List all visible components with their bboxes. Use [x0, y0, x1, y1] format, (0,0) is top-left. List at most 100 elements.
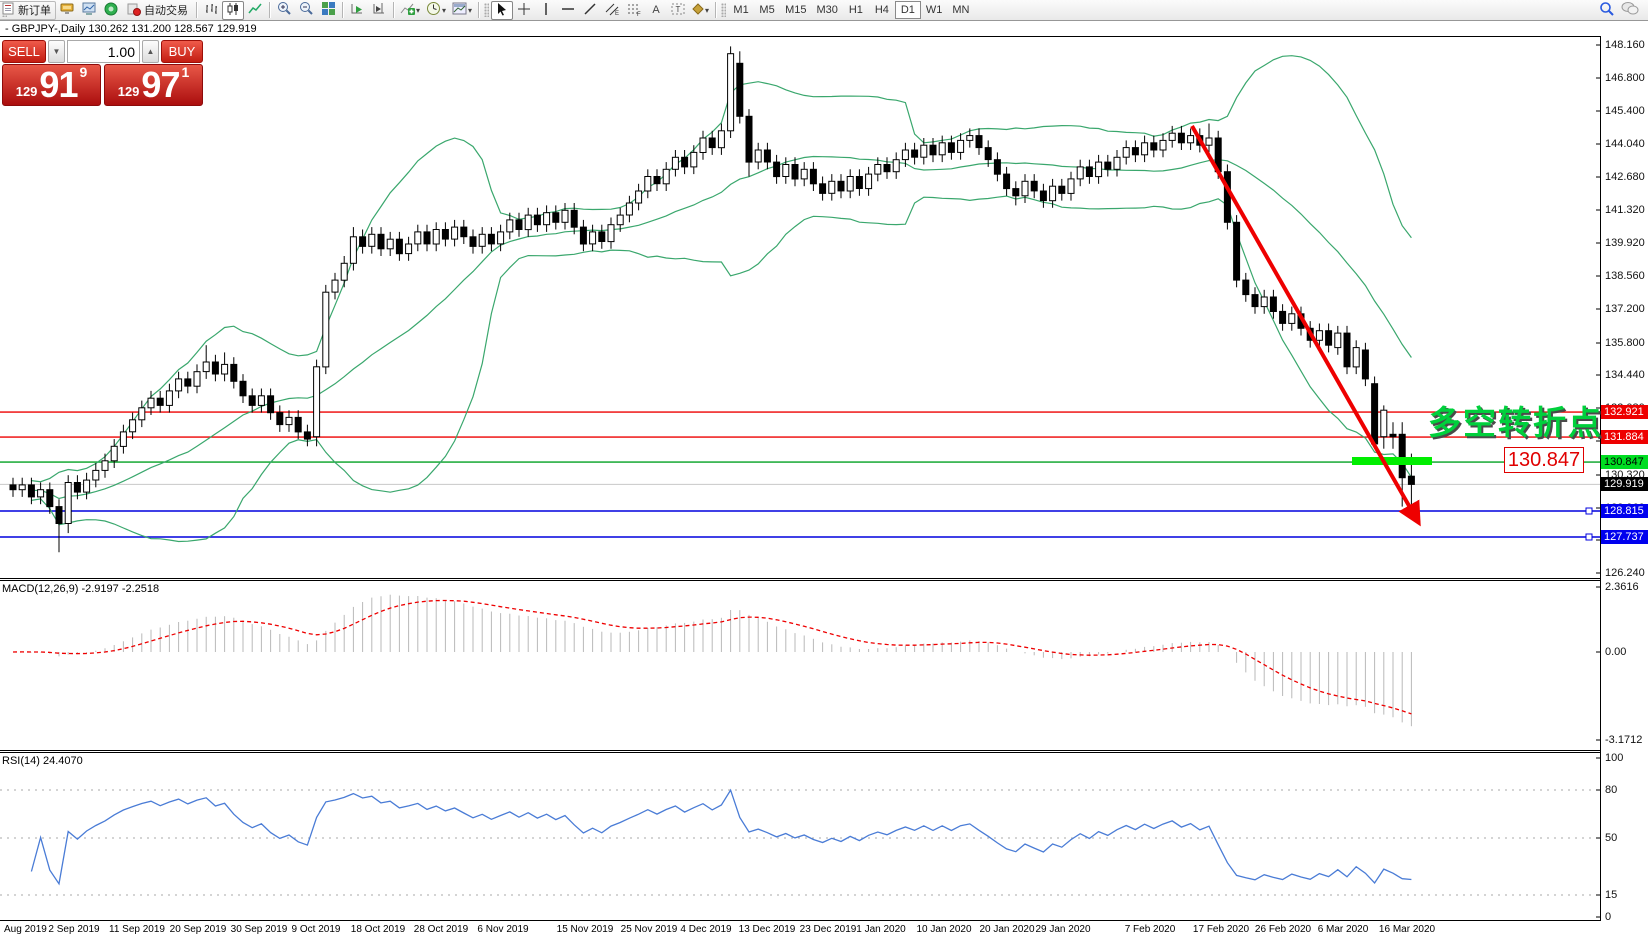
rsi-pane[interactable]	[0, 752, 1601, 920]
buy-button[interactable]: BUY	[161, 40, 203, 63]
zoom-in-button[interactable]	[273, 1, 295, 20]
candle-body	[958, 140, 964, 152]
date-label: 17 Feb 2020	[1193, 924, 1249, 935]
candle-body	[534, 215, 540, 225]
vertical-line-button[interactable]	[535, 1, 557, 20]
date-label: 28 Oct 2019	[414, 924, 468, 935]
candle-body	[599, 232, 605, 242]
fibonacci-button[interactable]: F	[623, 1, 645, 20]
toolbar-grip	[721, 3, 726, 17]
volume-decrease-button[interactable]: ▼	[48, 40, 65, 63]
timeframe-button-H1[interactable]: H1	[843, 1, 869, 19]
text-button[interactable]: A	[645, 1, 667, 20]
candle-body	[682, 157, 688, 167]
candle-body	[1031, 181, 1037, 191]
channel-button[interactable]: E	[601, 1, 623, 20]
date-label: 6 Mar 2020	[1318, 924, 1369, 935]
axis-tick-label: 141.320	[1605, 204, 1645, 216]
indicators-button[interactable]: ▾	[397, 1, 423, 20]
periods-button[interactable]: ▾	[423, 1, 449, 20]
candlestick-button[interactable]	[222, 1, 244, 20]
market-watch-button[interactable]	[56, 1, 78, 20]
line-anchor-marker[interactable]	[1586, 508, 1592, 514]
navigator-button[interactable]	[100, 1, 122, 20]
candle-body	[1096, 162, 1102, 177]
timeframe-button-M1[interactable]: M1	[728, 1, 754, 19]
zoom-out-button[interactable]	[295, 1, 317, 20]
navigator-icon	[104, 2, 118, 19]
candle-body	[277, 413, 283, 425]
candle-body	[1004, 174, 1010, 189]
candle-body	[350, 237, 356, 263]
pane-border	[0, 580, 1601, 581]
candle-body	[746, 116, 752, 162]
candle-body	[323, 292, 329, 367]
candle-body	[176, 379, 182, 391]
date-label: 9 Oct 2019	[292, 924, 341, 935]
text-label-button[interactable]: T	[667, 1, 689, 20]
market-watch-icon	[60, 2, 74, 19]
support-highlight-bar	[1352, 457, 1432, 465]
rsi-indicator-label: RSI(14) 24.4070	[2, 755, 83, 767]
candle-body	[65, 483, 71, 524]
axis-tick-label: 15	[1605, 889, 1617, 901]
buy-price-bigfigure: 129	[118, 82, 140, 102]
candle-body	[562, 210, 568, 222]
downtrend-arrow[interactable]	[1192, 126, 1416, 518]
trendline-button[interactable]	[579, 1, 601, 20]
candle-body	[856, 177, 862, 189]
candle-body	[948, 143, 954, 153]
horizontal-line-button[interactable]	[557, 1, 579, 20]
shapes-button[interactable]: ▾	[689, 1, 712, 20]
axis-tick-label: 126.240	[1605, 567, 1645, 579]
timeframe-button-MN[interactable]: MN	[947, 1, 974, 19]
sell-button[interactable]: SELL	[2, 40, 46, 63]
candle-body	[120, 432, 126, 447]
crosshair-icon	[517, 2, 531, 19]
candle-body	[810, 169, 816, 184]
line-anchor-marker[interactable]	[1586, 534, 1592, 540]
crosshair-button[interactable]	[513, 1, 535, 20]
chart-shift-button[interactable]	[368, 1, 390, 20]
macd-pane[interactable]	[0, 580, 1601, 750]
candle-body	[1353, 348, 1359, 367]
timeframe-button-W1[interactable]: W1	[921, 1, 948, 19]
axis-tick-label: 80	[1605, 784, 1617, 796]
rsi-line	[31, 790, 1411, 884]
buy-price-panel[interactable]: 129 97 1	[104, 64, 203, 106]
tile-windows-button[interactable]	[317, 1, 339, 20]
axis-tick-label: 134.440	[1605, 369, 1645, 381]
templates-button[interactable]: ▾	[449, 1, 475, 20]
cursor-button[interactable]	[491, 1, 513, 20]
candle-body	[1344, 333, 1350, 367]
pane-border	[0, 750, 1601, 751]
candle-body	[396, 239, 402, 254]
timeframe-button-M15[interactable]: M15	[780, 1, 811, 19]
main-chart-pane[interactable]	[0, 36, 1601, 578]
new-order-button[interactable]: 新订单	[0, 1, 56, 20]
date-label: 20 Jan 2020	[979, 924, 1034, 935]
line-chart-icon	[248, 2, 262, 19]
volume-input[interactable]	[67, 40, 140, 63]
candle-body	[663, 169, 669, 184]
separator	[393, 2, 394, 18]
candle-body	[571, 210, 577, 227]
pane-border	[0, 752, 1601, 753]
autotrading-button[interactable]: 自动交易	[122, 1, 193, 20]
chevron-down-icon: ▾	[705, 6, 709, 15]
data-window-button[interactable]	[78, 1, 100, 20]
auto-scroll-button[interactable]	[346, 1, 368, 20]
candle-body	[424, 232, 430, 244]
sell-price-panel[interactable]: 129 91 9	[2, 64, 101, 106]
timeframe-button-H4[interactable]: H4	[869, 1, 895, 19]
timeframe-button-M5[interactable]: M5	[754, 1, 780, 19]
date-label: 23 Dec 2019	[800, 924, 857, 935]
timeframe-button-M30[interactable]: M30	[811, 1, 842, 19]
chevron-down-icon: ▾	[442, 6, 446, 15]
line-chart-button[interactable]	[244, 1, 266, 20]
candle-body	[737, 63, 743, 116]
candle-body	[452, 227, 458, 239]
bar-chart-button[interactable]	[200, 1, 222, 20]
volume-increase-button[interactable]: ▲	[142, 40, 159, 63]
timeframe-button-D1[interactable]: D1	[895, 1, 921, 19]
